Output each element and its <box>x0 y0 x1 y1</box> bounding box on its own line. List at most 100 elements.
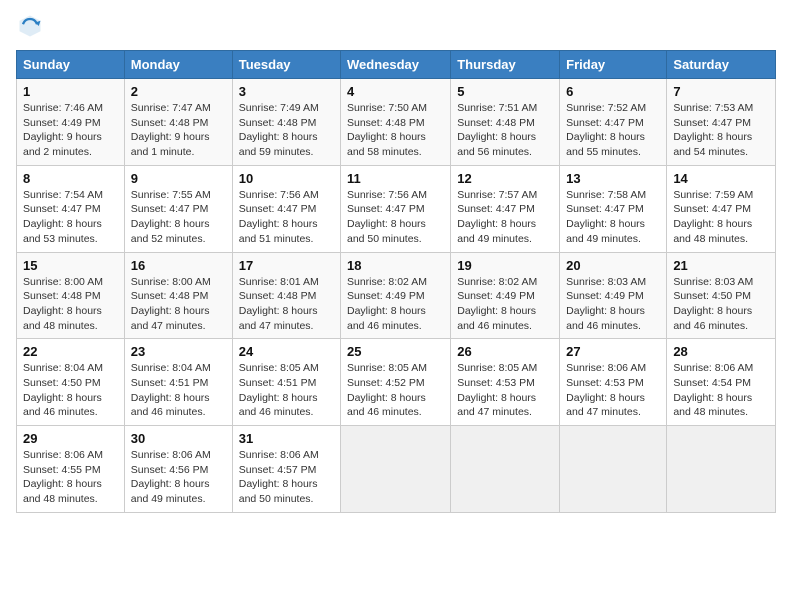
day-number: 18 <box>347 258 444 273</box>
calendar-cell: 3 Sunrise: 7:49 AMSunset: 4:48 PMDaylight… <box>232 79 340 166</box>
weekday-header-wednesday: Wednesday <box>341 51 451 79</box>
calendar-table: SundayMondayTuesdayWednesdayThursdayFrid… <box>16 50 776 513</box>
day-number: 10 <box>239 171 334 186</box>
weekday-header-saturday: Saturday <box>667 51 776 79</box>
calendar-cell: 29 Sunrise: 8:06 AMSunset: 4:55 PMDayligh… <box>17 426 125 513</box>
calendar-cell <box>560 426 667 513</box>
day-info: Sunrise: 7:56 AMSunset: 4:47 PMDaylight:… <box>239 189 319 245</box>
day-number: 16 <box>131 258 226 273</box>
day-number: 27 <box>566 344 660 359</box>
day-info: Sunrise: 7:58 AMSunset: 4:47 PMDaylight:… <box>566 189 646 245</box>
logo <box>16 12 48 40</box>
calendar-cell: 9 Sunrise: 7:55 AMSunset: 4:47 PMDaylight… <box>124 165 232 252</box>
day-number: 19 <box>457 258 553 273</box>
calendar-cell: 26 Sunrise: 8:05 AMSunset: 4:53 PMDayligh… <box>451 339 560 426</box>
day-info: Sunrise: 7:46 AMSunset: 4:49 PMDaylight:… <box>23 102 103 158</box>
calendar-cell: 19 Sunrise: 8:02 AMSunset: 4:49 PMDayligh… <box>451 252 560 339</box>
day-info: Sunrise: 7:49 AMSunset: 4:48 PMDaylight:… <box>239 102 319 158</box>
weekday-header-sunday: Sunday <box>17 51 125 79</box>
day-number: 2 <box>131 84 226 99</box>
day-number: 25 <box>347 344 444 359</box>
calendar-cell: 7Sunrise: 7:53 AMSunset: 4:47 PMDaylight… <box>667 79 776 166</box>
calendar-cell: 21 Sunrise: 8:03 AMSunset: 4:50 PMDayligh… <box>667 252 776 339</box>
day-info: Sunrise: 8:06 AMSunset: 4:55 PMDaylight:… <box>23 449 103 505</box>
calendar-cell: 27 Sunrise: 8:06 AMSunset: 4:53 PMDayligh… <box>560 339 667 426</box>
calendar-week-row: 15Sunrise: 8:00 AMSunset: 4:48 PMDayligh… <box>17 252 776 339</box>
day-info: Sunrise: 8:05 AMSunset: 4:51 PMDaylight:… <box>239 362 319 418</box>
calendar-week-row: 29 Sunrise: 8:06 AMSunset: 4:55 PMDayligh… <box>17 426 776 513</box>
day-info: Sunrise: 8:06 AMSunset: 4:57 PMDaylight:… <box>239 449 319 505</box>
day-info: Sunrise: 8:06 AMSunset: 4:56 PMDaylight:… <box>131 449 211 505</box>
day-number: 1 <box>23 84 118 99</box>
day-info: Sunrise: 7:54 AMSunset: 4:47 PMDaylight:… <box>23 189 103 245</box>
day-info: Sunrise: 8:06 AMSunset: 4:53 PMDaylight:… <box>566 362 646 418</box>
day-number: 29 <box>23 431 118 446</box>
calendar-week-row: 22 Sunrise: 8:04 AMSunset: 4:50 PMDayligh… <box>17 339 776 426</box>
day-number: 9 <box>131 171 226 186</box>
day-info: Sunrise: 8:04 AMSunset: 4:50 PMDaylight:… <box>23 362 103 418</box>
calendar-cell: 2 Sunrise: 7:47 AMSunset: 4:48 PMDaylight… <box>124 79 232 166</box>
day-info: Sunrise: 7:56 AMSunset: 4:47 PMDaylight:… <box>347 189 427 245</box>
calendar-cell: 20Sunrise: 8:03 AMSunset: 4:49 PMDayligh… <box>560 252 667 339</box>
day-info: Sunrise: 8:00 AMSunset: 4:48 PMDaylight:… <box>23 276 103 332</box>
day-info: Sunrise: 7:47 AMSunset: 4:48 PMDaylight:… <box>131 102 211 158</box>
header <box>16 12 776 40</box>
calendar-cell: 10 Sunrise: 7:56 AMSunset: 4:47 PMDayligh… <box>232 165 340 252</box>
day-number: 28 <box>673 344 769 359</box>
calendar-week-row: 1 Sunrise: 7:46 AMSunset: 4:49 PMDaylight… <box>17 79 776 166</box>
day-info: Sunrise: 8:06 AMSunset: 4:54 PMDaylight:… <box>673 362 753 418</box>
calendar-cell: 13Sunrise: 7:58 AMSunset: 4:47 PMDayligh… <box>560 165 667 252</box>
day-number: 14 <box>673 171 769 186</box>
weekday-header-row: SundayMondayTuesdayWednesdayThursdayFrid… <box>17 51 776 79</box>
day-info: Sunrise: 7:57 AMSunset: 4:47 PMDaylight:… <box>457 189 537 245</box>
calendar-cell: 23 Sunrise: 8:04 AMSunset: 4:51 PMDayligh… <box>124 339 232 426</box>
calendar-cell: 28 Sunrise: 8:06 AMSunset: 4:54 PMDayligh… <box>667 339 776 426</box>
calendar-cell: 5Sunrise: 7:51 AMSunset: 4:48 PMDaylight… <box>451 79 560 166</box>
calendar-cell: 1 Sunrise: 7:46 AMSunset: 4:49 PMDaylight… <box>17 79 125 166</box>
calendar-week-row: 8Sunrise: 7:54 AMSunset: 4:47 PMDaylight… <box>17 165 776 252</box>
calendar-cell: 17Sunrise: 8:01 AMSunset: 4:48 PMDayligh… <box>232 252 340 339</box>
calendar-cell: 16 Sunrise: 8:00 AMSunset: 4:48 PMDayligh… <box>124 252 232 339</box>
day-info: Sunrise: 8:05 AMSunset: 4:53 PMDaylight:… <box>457 362 537 418</box>
day-number: 6 <box>566 84 660 99</box>
day-info: Sunrise: 7:51 AMSunset: 4:48 PMDaylight:… <box>457 102 537 158</box>
page-container: SundayMondayTuesdayWednesdayThursdayFrid… <box>0 0 792 523</box>
day-number: 12 <box>457 171 553 186</box>
day-number: 24 <box>239 344 334 359</box>
day-info: Sunrise: 8:02 AMSunset: 4:49 PMDaylight:… <box>457 276 537 332</box>
day-number: 26 <box>457 344 553 359</box>
day-number: 4 <box>347 84 444 99</box>
calendar-cell: 30Sunrise: 8:06 AMSunset: 4:56 PMDayligh… <box>124 426 232 513</box>
day-info: Sunrise: 7:59 AMSunset: 4:47 PMDaylight:… <box>673 189 753 245</box>
day-number: 23 <box>131 344 226 359</box>
calendar-cell <box>667 426 776 513</box>
day-info: Sunrise: 8:05 AMSunset: 4:52 PMDaylight:… <box>347 362 427 418</box>
calendar-cell: 24 Sunrise: 8:05 AMSunset: 4:51 PMDayligh… <box>232 339 340 426</box>
calendar-cell: 18Sunrise: 8:02 AMSunset: 4:49 PMDayligh… <box>341 252 451 339</box>
day-number: 17 <box>239 258 334 273</box>
day-number: 21 <box>673 258 769 273</box>
calendar-cell: 12 Sunrise: 7:57 AMSunset: 4:47 PMDayligh… <box>451 165 560 252</box>
calendar-cell: 11 Sunrise: 7:56 AMSunset: 4:47 PMDayligh… <box>341 165 451 252</box>
day-info: Sunrise: 7:50 AMSunset: 4:48 PMDaylight:… <box>347 102 427 158</box>
day-info: Sunrise: 8:03 AMSunset: 4:50 PMDaylight:… <box>673 276 753 332</box>
weekday-header-thursday: Thursday <box>451 51 560 79</box>
day-number: 3 <box>239 84 334 99</box>
day-number: 31 <box>239 431 334 446</box>
day-info: Sunrise: 8:03 AMSunset: 4:49 PMDaylight:… <box>566 276 646 332</box>
calendar-cell: 8Sunrise: 7:54 AMSunset: 4:47 PMDaylight… <box>17 165 125 252</box>
calendar-cell: 25 Sunrise: 8:05 AMSunset: 4:52 PMDayligh… <box>341 339 451 426</box>
day-info: Sunrise: 7:53 AMSunset: 4:47 PMDaylight:… <box>673 102 753 158</box>
calendar-cell: 6Sunrise: 7:52 AMSunset: 4:47 PMDaylight… <box>560 79 667 166</box>
day-number: 22 <box>23 344 118 359</box>
logo-icon <box>16 12 44 40</box>
calendar-cell: 4 Sunrise: 7:50 AMSunset: 4:48 PMDaylight… <box>341 79 451 166</box>
day-info: Sunrise: 8:00 AMSunset: 4:48 PMDaylight:… <box>131 276 211 332</box>
calendar-cell: 14 Sunrise: 7:59 AMSunset: 4:47 PMDayligh… <box>667 165 776 252</box>
weekday-header-tuesday: Tuesday <box>232 51 340 79</box>
day-number: 11 <box>347 171 444 186</box>
weekday-header-friday: Friday <box>560 51 667 79</box>
day-info: Sunrise: 8:04 AMSunset: 4:51 PMDaylight:… <box>131 362 211 418</box>
day-info: Sunrise: 7:55 AMSunset: 4:47 PMDaylight:… <box>131 189 211 245</box>
calendar-cell: 22 Sunrise: 8:04 AMSunset: 4:50 PMDayligh… <box>17 339 125 426</box>
